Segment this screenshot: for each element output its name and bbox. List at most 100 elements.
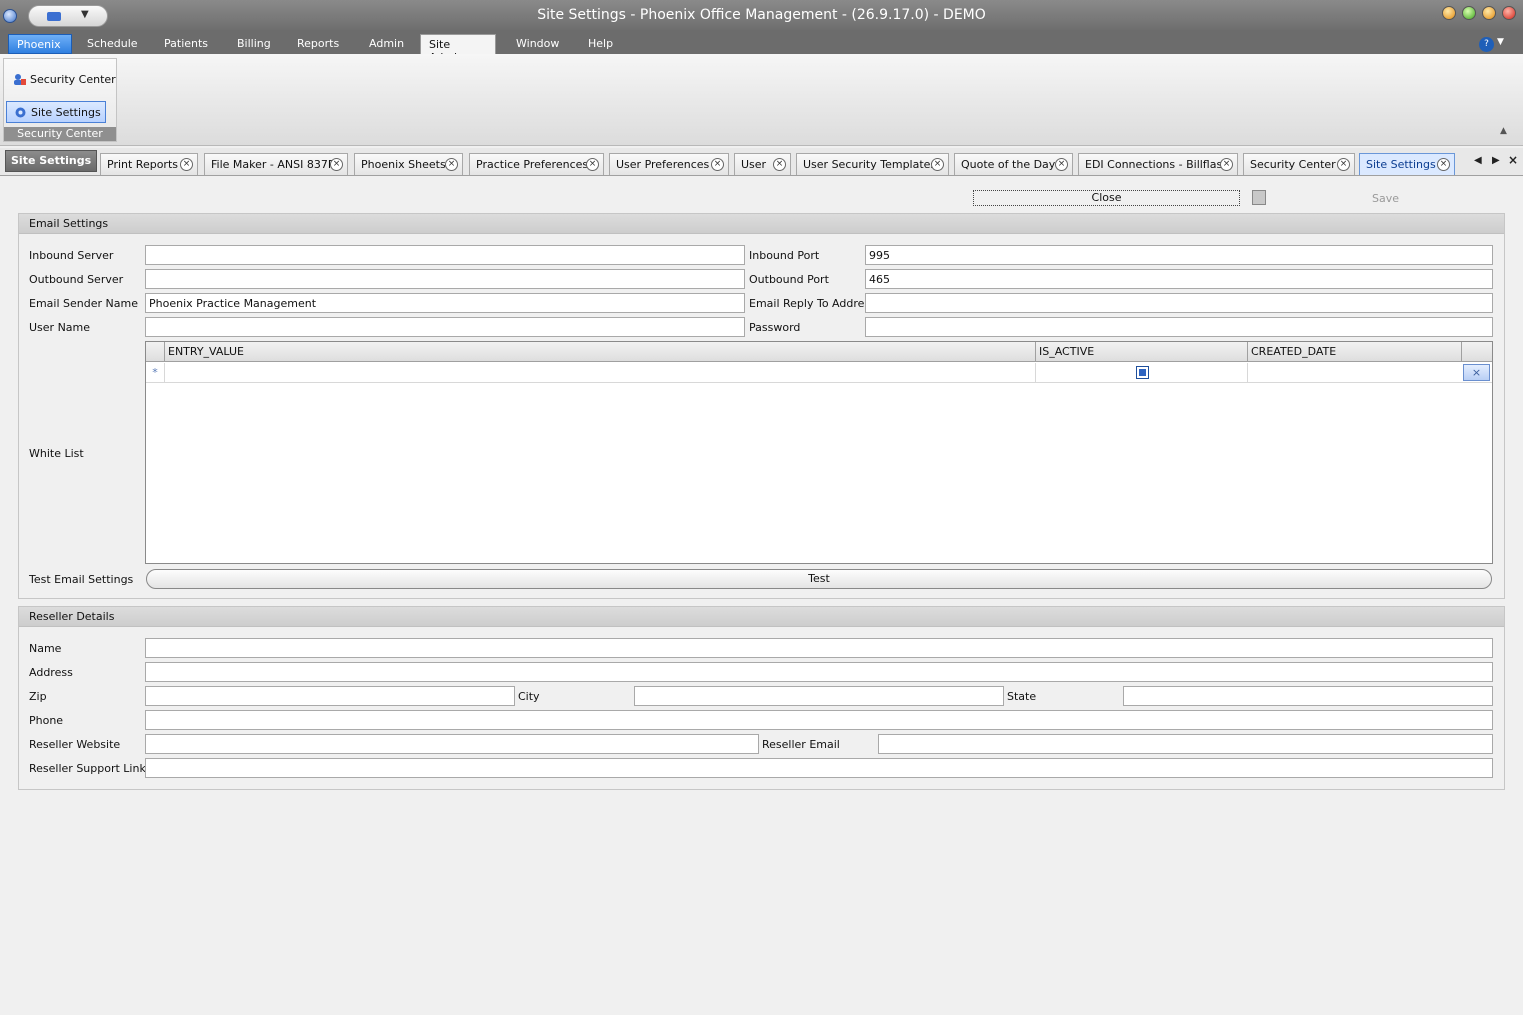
close-tab-icon[interactable]: × <box>931 158 944 171</box>
delete-row-button[interactable]: × <box>1463 364 1490 381</box>
scroll-left-icon[interactable]: ◀ <box>1474 155 1482 166</box>
reseller-support-label: Reseller Support Link <box>29 762 146 775</box>
table-row-new[interactable]: * <box>146 363 1492 383</box>
inbound-port-field[interactable]: 995 <box>865 245 1493 265</box>
close-tab-icon[interactable]: × <box>445 158 458 171</box>
reseller-address-label: Address <box>29 666 73 679</box>
email-settings-header: Email Settings <box>19 214 1504 234</box>
site-settings-button[interactable]: Site Settings <box>6 101 106 123</box>
tab-file-maker[interactable]: File Maker - ANSI 837P × <box>204 153 348 175</box>
menu-reports[interactable]: Reports <box>289 34 347 54</box>
ribbon-group-label: Security Center <box>4 127 116 141</box>
tab-edi-connections[interactable]: EDI Connections - Billflash × <box>1078 153 1238 175</box>
column-is-active[interactable]: IS_ACTIVE <box>1035 342 1247 362</box>
collapse-ribbon-icon[interactable]: ▲ <box>1500 126 1507 136</box>
tab-practice-preferences[interactable]: Practice Preferences × <box>469 153 604 175</box>
close-tab-icon[interactable]: × <box>1220 158 1233 171</box>
close-tab-icon[interactable]: × <box>586 158 599 171</box>
reseller-state-field[interactable] <box>1123 686 1493 706</box>
password-field[interactable] <box>865 317 1493 337</box>
reseller-website-field[interactable] <box>145 734 759 754</box>
tab-label: Security Center <box>1250 158 1336 171</box>
close-all-icon[interactable]: × <box>1508 153 1518 167</box>
close-tab-icon[interactable]: × <box>1437 158 1450 171</box>
menu-bar: Phoenix Schedule Patients Billing Report… <box>0 30 1523 64</box>
inbound-server-field[interactable] <box>145 245 745 265</box>
close-tab-icon[interactable]: × <box>330 158 343 171</box>
sender-name-label: Email Sender Name <box>29 297 138 310</box>
reseller-email-field[interactable] <box>878 734 1493 754</box>
sender-name-field[interactable]: Phoenix Practice Management <box>145 293 745 313</box>
reply-to-label: Email Reply To Address <box>749 297 876 310</box>
outbound-port-label: Outbound Port <box>749 273 829 286</box>
created-date-cell[interactable] <box>1247 363 1461 383</box>
active-document-badge: Site Settings <box>5 150 98 172</box>
test-button[interactable]: Test <box>146 569 1492 589</box>
reseller-city-field[interactable] <box>634 686 1004 706</box>
menu-patients[interactable]: Patients <box>156 34 216 54</box>
tab-phoenix-sheets[interactable]: Phoenix Sheets × <box>354 153 463 175</box>
tab-quote-of-the-day[interactable]: Quote of the Day × <box>954 153 1073 175</box>
tab-label: Print Reports <box>107 158 178 171</box>
tab-label: User Security Templates <box>803 158 937 171</box>
reseller-name-field[interactable] <box>145 638 1493 658</box>
maximize-icon[interactable] <box>1482 6 1496 20</box>
user-name-field[interactable] <box>145 317 745 337</box>
menu-site-admin[interactable]: Site Admin <box>420 34 496 64</box>
close-window-icon[interactable] <box>1502 6 1516 20</box>
reseller-zip-field[interactable] <box>145 686 515 706</box>
column-actions <box>1461 342 1492 362</box>
tab-print-reports[interactable]: Print Reports × <box>100 153 198 175</box>
column-entry-value[interactable]: ENTRY_VALUE <box>164 342 1035 362</box>
users-shield-icon <box>14 74 26 85</box>
help-icon[interactable]: ? <box>1479 37 1494 52</box>
close-button[interactable]: Close <box>973 190 1240 206</box>
reseller-name-label: Name <box>29 642 62 655</box>
ribbon: Security Center Site Settings Security C… <box>0 54 1523 146</box>
minimize-icon[interactable] <box>1442 6 1456 20</box>
menu-schedule[interactable]: Schedule <box>79 34 146 54</box>
menu-window[interactable]: Window <box>508 34 567 54</box>
menu-billing[interactable]: Billing <box>229 34 279 54</box>
outbound-port-field[interactable]: 465 <box>865 269 1493 289</box>
tab-user-security-templates[interactable]: User Security Templates × <box>796 153 949 175</box>
menu-admin[interactable]: Admin <box>361 34 412 54</box>
reseller-website-label: Reseller Website <box>29 738 121 751</box>
close-tab-icon[interactable]: × <box>1055 158 1068 171</box>
restore-icon[interactable] <box>1462 6 1476 20</box>
chevron-down-icon[interactable]: ▼ <box>1497 37 1504 47</box>
column-created-date[interactable]: CREATED_DATE <box>1247 342 1461 362</box>
tab-label: EDI Connections - Billflash <box>1085 158 1230 171</box>
scroll-right-icon[interactable]: ▶ <box>1492 155 1500 166</box>
grid-header: ENTRY_VALUE IS_ACTIVE CREATED_DATE <box>146 342 1492 362</box>
test-email-label: Test Email Settings <box>29 573 134 586</box>
reseller-state-label: State <box>1007 690 1037 703</box>
reseller-phone-field[interactable] <box>145 710 1493 730</box>
save-disk-icon[interactable] <box>1252 190 1266 205</box>
entry-value-cell[interactable] <box>164 363 1035 383</box>
security-center-button[interactable]: Security Center <box>6 69 120 91</box>
reply-to-field[interactable] <box>865 293 1493 313</box>
is-active-checkbox[interactable] <box>1136 366 1149 379</box>
menu-help[interactable]: Help <box>580 34 621 54</box>
save-button[interactable]: Save <box>1372 192 1399 205</box>
tab-label: Site Settings <box>1366 158 1436 171</box>
menu-phoenix[interactable]: Phoenix <box>8 34 72 54</box>
white-list-grid[interactable]: ENTRY_VALUE IS_ACTIVE CREATED_DATE * × <box>145 341 1493 564</box>
close-tab-icon[interactable]: × <box>711 158 724 171</box>
tab-security-center[interactable]: Security Center × <box>1243 153 1355 175</box>
tab-user-preferences[interactable]: User Preferences × <box>609 153 729 175</box>
outbound-server-field[interactable] <box>145 269 745 289</box>
close-tab-icon[interactable]: × <box>773 158 786 171</box>
tab-label: Phoenix Sheets <box>361 158 446 171</box>
reseller-support-field[interactable] <box>145 758 1493 778</box>
tab-user[interactable]: User × <box>734 153 791 175</box>
close-tab-icon[interactable]: × <box>1337 158 1350 171</box>
security-center-label: Security Center <box>30 73 116 86</box>
close-tab-icon[interactable]: × <box>180 158 193 171</box>
tab-label: Quote of the Day <box>961 158 1056 171</box>
outbound-server-label: Outbound Server <box>29 273 124 286</box>
reseller-address-field[interactable] <box>145 662 1493 682</box>
is-active-cell[interactable] <box>1035 363 1247 383</box>
tab-site-settings[interactable]: Site Settings × <box>1359 153 1455 175</box>
